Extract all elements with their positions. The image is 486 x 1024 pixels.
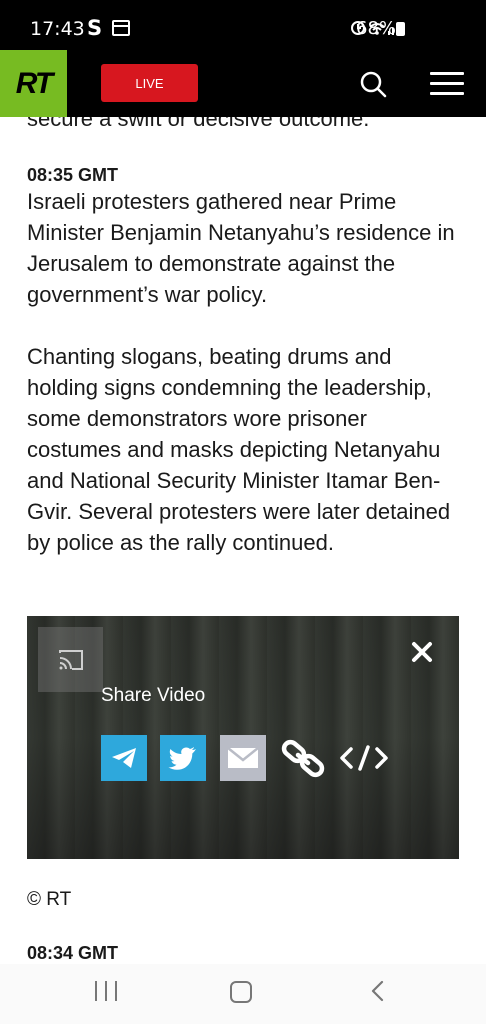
- link-icon: [281, 739, 325, 778]
- status-bar: 17:43 S 68%: [0, 0, 486, 50]
- share-telegram-button[interactable]: [101, 735, 147, 781]
- entry-timestamp-2: 08:34 GMT: [27, 943, 119, 963]
- email-icon: [227, 747, 259, 768]
- telegram-icon: [112, 748, 136, 768]
- rt-logo[interactable]: RT: [0, 50, 67, 117]
- home-icon[interactable]: [230, 981, 252, 1003]
- back-icon[interactable]: [368, 979, 388, 1003]
- share-video-title: Share Video: [101, 685, 206, 706]
- copy-link-button[interactable]: [279, 735, 329, 781]
- live-button[interactable]: LIVE: [101, 64, 198, 102]
- clipped-line: secure a swift or decisive outcome.: [27, 117, 370, 131]
- embed-button[interactable]: [338, 735, 390, 781]
- logo-text: RT: [15, 66, 53, 100]
- share-twitter-button[interactable]: [160, 735, 206, 781]
- entry-paragraph-1: Israeli protesters gathered near Prime M…: [27, 189, 455, 307]
- entry-timestamp: 08:35 GMT: [27, 165, 119, 185]
- battery-percent: 68%: [356, 18, 397, 39]
- entry-paragraph-2: Chanting slogans, beating drums and hold…: [27, 344, 451, 555]
- embed-icon: [340, 745, 388, 771]
- twitter-icon: [168, 747, 196, 770]
- video-copyright: © RT: [27, 889, 72, 910]
- video-player[interactable]: Share Video: [27, 616, 459, 859]
- cast-icon: [58, 649, 83, 670]
- clipped-previous-text: secure a swift or decisive outcome.: [27, 117, 467, 135]
- hamburger-menu-icon[interactable]: [430, 72, 464, 96]
- close-icon[interactable]: [410, 640, 434, 664]
- recent-apps-icon[interactable]: [95, 981, 117, 1003]
- cast-button[interactable]: [38, 627, 103, 692]
- site-header: RT LIVE: [0, 50, 486, 117]
- search-icon[interactable]: [359, 70, 387, 98]
- status-time: 17:43: [30, 18, 85, 40]
- s-notification-icon: S: [87, 16, 103, 40]
- calendar-icon: [112, 20, 130, 36]
- system-navigation-bar: [0, 964, 486, 1024]
- battery-icon: [396, 22, 405, 36]
- share-email-button[interactable]: [220, 735, 266, 781]
